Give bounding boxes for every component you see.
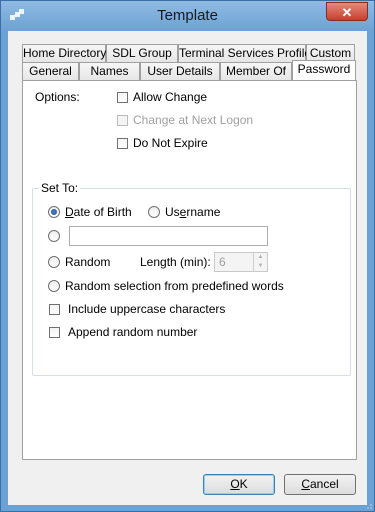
include-uppercase-checkbox[interactable] (49, 304, 60, 315)
random-label: Random (65, 255, 111, 269)
mnemonic: O (230, 477, 240, 491)
random-radio[interactable] (48, 256, 60, 268)
date-of-birth-label: Date of Birth (65, 205, 132, 219)
mnemonic: D (65, 205, 74, 219)
length-label: Length (min): (140, 255, 211, 269)
date-of-birth-radio[interactable] (48, 206, 60, 218)
tab-label: Names (90, 64, 129, 78)
tab-label: SDL Group (112, 46, 172, 60)
tab-general[interactable]: General (22, 62, 79, 80)
resize-grip-icon[interactable] (363, 500, 373, 510)
spin-buttons: ▲ ▼ (253, 253, 267, 271)
random-words-radio[interactable] (48, 280, 60, 292)
set-to-label: Set To: (39, 181, 81, 195)
tab-label: General (29, 64, 72, 78)
username-radio[interactable] (148, 206, 160, 218)
mnemonic: C (301, 477, 310, 491)
close-button[interactable]: ✕ (326, 2, 368, 21)
tab-label: Password (297, 62, 351, 76)
options-label: Options: (35, 90, 80, 104)
random-words-label: Random selection from predefined words (65, 279, 284, 293)
change-next-logon-checkbox[interactable] (117, 115, 128, 126)
allow-change-label: Allow Change (133, 90, 208, 104)
set-to-groupbox: Set To: Date of Birth Username Random Le… (32, 181, 351, 376)
label-rest: ate of Birth (73, 205, 132, 219)
tab-member-of[interactable]: Member Of (220, 62, 292, 80)
label-rest: rname (186, 205, 221, 219)
length-value: 6 (219, 255, 226, 269)
cancel-button[interactable]: Cancel (284, 474, 356, 495)
tab-sdl-group[interactable]: SDL Group (106, 44, 178, 62)
close-icon: ✕ (341, 5, 353, 20)
custom-password-radio[interactable] (48, 230, 60, 242)
ok-button[interactable]: OK (203, 474, 275, 495)
append-random-number-label: Append random number (68, 325, 198, 339)
tab-names[interactable]: Names (79, 62, 140, 80)
change-next-logon-label: Change at Next Logon (133, 113, 254, 127)
custom-password-input[interactable] (69, 226, 268, 246)
length-spinner[interactable]: 6 ▲ ▼ (214, 252, 268, 272)
allow-change-checkbox[interactable] (117, 92, 128, 103)
include-uppercase-label: Include uppercase characters (68, 302, 226, 316)
password-tab-panel: Options: Allow Change Change at Next Log… (22, 80, 357, 460)
window-title: Template (157, 7, 218, 24)
do-not-expire-checkbox[interactable] (117, 138, 128, 149)
label-rest: K (239, 477, 248, 491)
spin-up-icon[interactable]: ▲ (254, 253, 267, 262)
do-not-expire-label: Do Not Expire (133, 136, 208, 150)
tab-terminal-services-profile[interactable]: Terminal Services Profile (178, 44, 311, 62)
tab-user-details[interactable]: User Details (140, 62, 220, 80)
tab-label: Terminal Services Profile (179, 46, 312, 60)
tab-label: Custom (309, 46, 352, 60)
label-start: Us (165, 205, 180, 219)
username-label: Username (165, 205, 220, 219)
dialog-window: Template ✕ Home Directory SDL Group Term… (0, 0, 375, 512)
tab-home-directory[interactable]: Home Directory (22, 44, 106, 62)
tab-label: Home Directory (23, 46, 107, 60)
tab-password[interactable]: Password (292, 60, 356, 80)
spin-down-icon[interactable]: ▼ (254, 262, 267, 271)
tab-label: Member Of (225, 64, 286, 78)
tab-label: User Details (147, 64, 213, 78)
title-bar[interactable]: Template ✕ (1, 1, 374, 31)
label-rest: ancel (309, 477, 339, 491)
append-random-number-checkbox[interactable] (49, 327, 60, 338)
